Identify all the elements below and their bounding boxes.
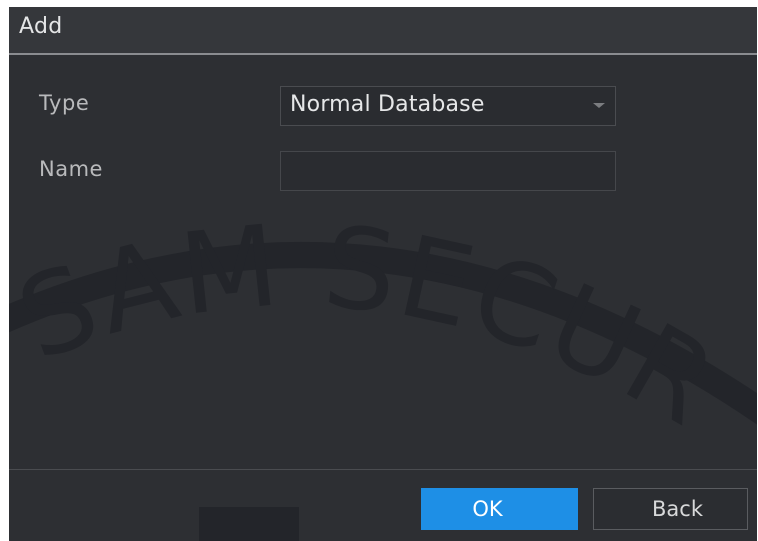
- back-button[interactable]: Back: [593, 488, 748, 530]
- dialog-title: Add: [19, 14, 63, 39]
- type-label: Type: [39, 91, 90, 115]
- dialog-titlebar: Add: [9, 7, 757, 53]
- title-divider: [9, 53, 757, 55]
- watermark-arc: [9, 242, 757, 425]
- footer-divider: [9, 469, 757, 470]
- add-dialog: Add Type Normal Database Name SAM SECUR …: [9, 7, 757, 541]
- watermark-lower-shape: [199, 507, 299, 541]
- type-select[interactable]: Normal Database: [280, 86, 616, 126]
- watermark-text: SAM SECUR: [9, 201, 738, 452]
- type-select-value: Normal Database: [290, 92, 485, 117]
- name-input[interactable]: [280, 151, 616, 191]
- ok-button[interactable]: OK: [421, 488, 578, 530]
- dropdown-arrow-icon: [593, 103, 605, 108]
- name-label: Name: [39, 157, 103, 181]
